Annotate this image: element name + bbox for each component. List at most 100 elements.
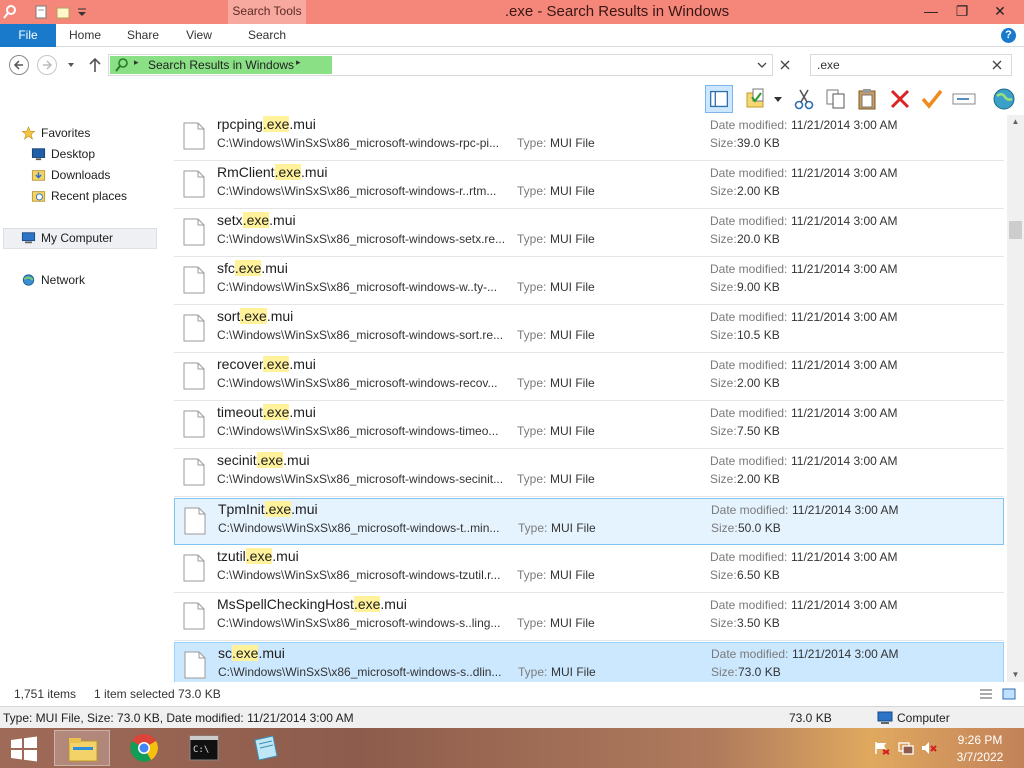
file-name[interactable]: MsSpellCheckingHost.exe.mui xyxy=(217,596,407,612)
minimize-button[interactable]: — xyxy=(916,0,946,22)
file-name[interactable]: sort.exe.mui xyxy=(217,308,293,324)
nav-favorites[interactable]: Favorites xyxy=(21,123,91,143)
network-status-icon[interactable] xyxy=(898,741,914,755)
globe-icon[interactable] xyxy=(990,85,1018,113)
file-size-label: Size: xyxy=(710,472,737,486)
file-path: C:\Windows\WinSxS\x86_microsoft-windows-… xyxy=(218,665,502,679)
address-bar[interactable]: ▸ Search Results in Windows ▸ xyxy=(108,54,773,76)
maximize-button[interactable]: ❐ xyxy=(947,0,977,22)
file-row[interactable]: sc.exe.mui C:\Windows\WinSxS\x86_microsof… xyxy=(174,642,1004,682)
file-row[interactable]: sort.exe.mui C:\Windows\WinSxS\x86_micros… xyxy=(174,306,1004,353)
taskbar-command-prompt[interactable]: C:\ xyxy=(176,730,232,766)
check-icon[interactable] xyxy=(918,85,946,113)
file-row[interactable]: recover.exe.mui C:\Windows\WinSxS\x86_mic… xyxy=(174,354,1004,401)
file-row[interactable]: RmClient.exe.mui C:\Windows\WinSxS\x86_mi… xyxy=(174,162,1004,209)
close-button[interactable]: ✕ xyxy=(980,0,1020,22)
stop-search-icon[interactable] xyxy=(779,59,791,71)
scroll-down-icon[interactable]: ▼ xyxy=(1007,668,1024,682)
file-type: MUI File xyxy=(550,472,595,486)
tab-search[interactable]: Search xyxy=(240,24,294,47)
file-name[interactable]: timeout.exe.mui xyxy=(217,404,316,420)
search-input[interactable] xyxy=(813,56,983,74)
tab-file[interactable]: File xyxy=(0,24,56,47)
address-dropdown-icon[interactable] xyxy=(757,61,767,69)
file-row[interactable]: setx.exe.mui C:\Windows\WinSxS\x86_micros… xyxy=(174,210,1004,257)
preview-pane-icon[interactable] xyxy=(705,85,733,113)
date-modified: 11/21/2014 3:00 AM xyxy=(792,503,899,517)
file-row[interactable]: rpcping.exe.mui C:\Windows\WinSxS\x86_mic… xyxy=(174,115,1004,161)
action-center-icon[interactable] xyxy=(874,741,890,755)
file-row[interactable]: TpmInit.exe.mui C:\Windows\WinSxS\x86_mic… xyxy=(174,498,1004,545)
taskbar-notepad[interactable] xyxy=(238,730,294,766)
clock-date[interactable]: 3/7/2022 xyxy=(940,750,1020,764)
properties-icon[interactable] xyxy=(743,85,771,113)
forward-button[interactable] xyxy=(37,55,57,75)
file-name-base: sc xyxy=(218,645,232,661)
paste-icon[interactable] xyxy=(854,85,882,113)
nav-item-recent-places[interactable]: Recent places xyxy=(31,186,127,206)
nav-item-label: Downloads xyxy=(51,168,111,182)
file-name-ext: .mui xyxy=(258,645,285,661)
file-name[interactable]: sc.exe.mui xyxy=(218,645,285,661)
file-icon xyxy=(184,507,206,535)
file-list[interactable]: rpcping.exe.mui C:\Windows\WinSxS\x86_mic… xyxy=(172,115,1006,682)
rename-icon[interactable] xyxy=(950,85,978,113)
file-size: 9.00 KB xyxy=(737,280,780,294)
up-arrow-icon[interactable] xyxy=(87,56,103,74)
file-row[interactable]: tzutil.exe.mui C:\Windows\WinSxS\x86_micr… xyxy=(174,546,1004,593)
search-match-highlight: .exe xyxy=(262,116,290,132)
tab-home[interactable]: Home xyxy=(62,24,108,47)
volume-muted-icon[interactable] xyxy=(921,741,937,755)
file-name[interactable]: tzutil.exe.mui xyxy=(217,548,299,564)
terminal-icon: C:\ xyxy=(189,735,219,761)
copy-icon[interactable] xyxy=(822,85,850,113)
file-name[interactable]: setx.exe.mui xyxy=(217,212,296,228)
file-size: 3.50 KB xyxy=(737,616,780,630)
cut-icon[interactable] xyxy=(790,85,818,113)
clear-search-icon[interactable] xyxy=(992,60,1002,70)
file-name[interactable]: rpcping.exe.mui xyxy=(217,116,316,132)
clock-time[interactable]: 9:26 PM xyxy=(940,733,1020,747)
chevron-down-icon[interactable] xyxy=(774,97,782,103)
file-name[interactable]: RmClient.exe.mui xyxy=(217,164,328,180)
nav-network[interactable]: Network xyxy=(22,270,85,290)
nav-item-desktop[interactable]: Desktop xyxy=(31,144,95,164)
search-box[interactable] xyxy=(810,54,1012,76)
tab-view[interactable]: View xyxy=(178,24,220,47)
nav-my-computer[interactable]: My Computer xyxy=(21,228,113,248)
nav-favorites-label: Favorites xyxy=(41,126,91,140)
tab-share[interactable]: Share xyxy=(120,24,166,47)
search-match-highlight: .exe xyxy=(234,260,262,276)
file-row[interactable]: MsSpellCheckingHost.exe.mui C:\Windows\Wi… xyxy=(174,594,1004,641)
windows-start-icon[interactable] xyxy=(10,736,38,762)
file-row[interactable]: timeout.exe.mui C:\Windows\WinSxS\x86_mic… xyxy=(174,402,1004,449)
file-type-label: Type: xyxy=(518,665,548,679)
recent-locations-dropdown-icon[interactable] xyxy=(66,61,76,69)
back-button[interactable] xyxy=(9,55,29,75)
vertical-scrollbar[interactable]: ▲ ▼ xyxy=(1007,115,1024,682)
file-type-label: Type: xyxy=(518,521,548,535)
file-name[interactable]: TpmInit.exe.mui xyxy=(218,501,318,517)
file-type: MUI File xyxy=(550,328,595,342)
taskbar-file-explorer[interactable] xyxy=(54,730,110,766)
file-name[interactable]: sfc.exe.mui xyxy=(217,260,288,276)
address-breadcrumb[interactable]: ▸ Search Results in Windows ▸ xyxy=(110,56,332,74)
file-name-ext: .mui xyxy=(380,596,407,612)
details-view-icon[interactable] xyxy=(979,687,993,701)
scroll-up-icon[interactable]: ▲ xyxy=(1007,115,1024,129)
large-icons-view-icon[interactable] xyxy=(1002,687,1016,701)
notepad-icon xyxy=(254,735,278,761)
scroll-thumb[interactable] xyxy=(1009,221,1022,239)
date-modified-label: Date modified: xyxy=(710,118,788,132)
file-path: C:\Windows\WinSxS\x86_microsoft-windows-… xyxy=(217,328,504,342)
help-icon[interactable]: ? xyxy=(1001,28,1016,43)
nav-item-downloads[interactable]: Downloads xyxy=(31,165,111,185)
taskbar-chrome[interactable] xyxy=(116,730,172,766)
file-row[interactable]: sfc.exe.mui C:\Windows\WinSxS\x86_microso… xyxy=(174,258,1004,305)
delete-icon[interactable] xyxy=(886,85,914,113)
file-row[interactable]: secinit.exe.mui C:\Windows\WinSxS\x86_mic… xyxy=(174,450,1004,497)
file-name[interactable]: secinit.exe.mui xyxy=(217,452,310,468)
file-name[interactable]: recover.exe.mui xyxy=(217,356,316,372)
search-results-icon xyxy=(115,58,128,72)
file-name-base: timeout xyxy=(217,404,263,420)
